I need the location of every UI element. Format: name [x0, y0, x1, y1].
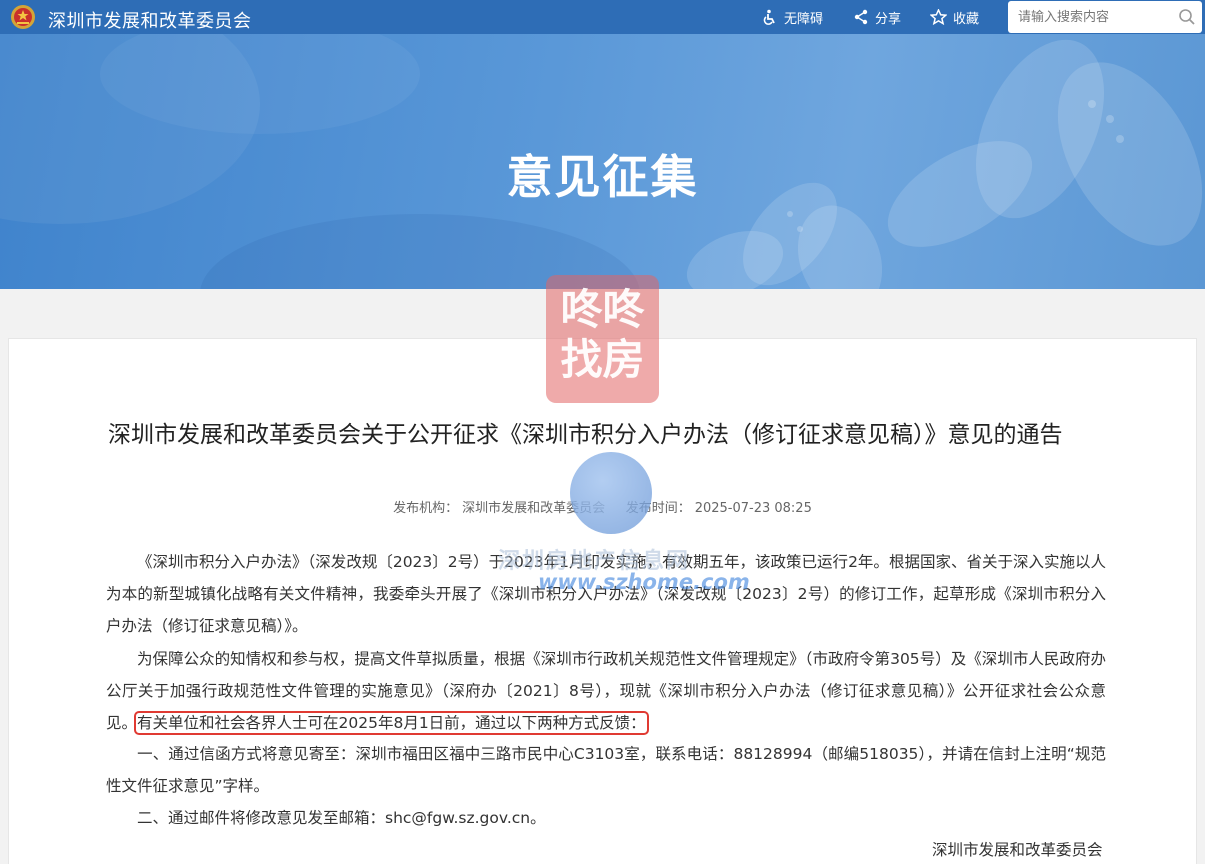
search-icon[interactable] [1178, 8, 1196, 26]
accessibility-label: 无障碍 [784, 11, 824, 27]
accessibility-button[interactable]: 无障碍 [762, 8, 824, 27]
watermark-logo: 咚咚 找房 [546, 275, 659, 403]
paragraph-2: 为保障公众的知情权和参与权，提高文件草拟质量，根据《深圳市行政机关规范性文件管理… [106, 643, 1106, 739]
banner-title: 意见征集 [506, 150, 699, 204]
search-input[interactable] [1018, 8, 1168, 26]
accessibility-icon [763, 9, 775, 25]
share-icon [854, 9, 868, 25]
top-bar: 深圳市发展和改革委员会 无障碍 分享 收藏 [0, 0, 1205, 34]
watermark-logo-line2: 找房 [560, 335, 645, 384]
favorite-label: 收藏 [953, 11, 980, 27]
highlighted-deadline: 有关单位和社会各界人士可在2025年8月1日前，通过以下两种方式反馈： [134, 711, 649, 735]
paragraph-3-text: 一、通过信函方式将意见寄至：深圳市福田区福中三路市民中心C3103室，联系电话：… [106, 745, 1106, 795]
publisher-label: 发布机构： [393, 501, 459, 516]
star-icon [930, 9, 947, 25]
paragraph-3: 一、通过信函方式将意见寄至：深圳市福田区福中三路市民中心C3103室，联系电话：… [106, 738, 1106, 802]
watermark-circle-logo [570, 452, 652, 534]
banner: 意见征集 [0, 34, 1205, 289]
share-button[interactable]: 分享 [853, 8, 902, 27]
paragraph-4-text: 二、通过邮件将修改意见发至邮箱：shc@fgw.sz.gov.cn。 [137, 809, 546, 827]
search-box [1008, 1, 1202, 33]
national-emblem-icon [11, 5, 35, 29]
watermark-site-en: www.szhome.com [538, 570, 750, 594]
publish-time: 2025-07-23 08:25 [694, 501, 812, 516]
share-label: 分享 [875, 11, 902, 27]
favorite-button[interactable]: 收藏 [930, 8, 980, 27]
watermark-logo-line1: 咚咚 [560, 285, 645, 334]
site-name[interactable]: 深圳市发展和改革委员会 [48, 7, 252, 33]
signature: 深圳市发展和改革委员会 [932, 841, 1103, 859]
article-title: 深圳市发展和改革委员会关于公开征求《深圳市积分入户办法（修订征求意见稿）》意见的… [108, 422, 1063, 448]
paragraph-4: 二、通过邮件将修改意见发至邮箱：shc@fgw.sz.gov.cn。 [106, 802, 1106, 834]
